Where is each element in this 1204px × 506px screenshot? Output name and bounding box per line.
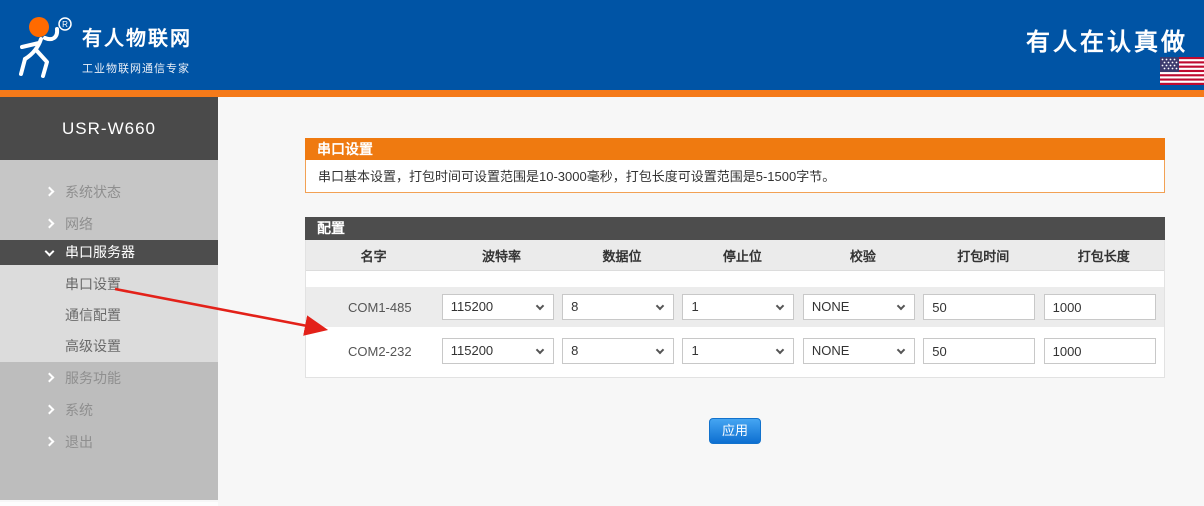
sidebar-item-label: 网络 [65,216,93,232]
header-orange-stripe [0,90,1204,97]
parity-select[interactable]: NONE [803,338,915,364]
sidebar-item-comm-config[interactable]: 通信配置 [0,300,218,331]
sidebar-item-label: 服务功能 [65,370,121,386]
table-footer-padding [306,366,1164,377]
sidebar-item-label: 高级设置 [65,338,121,354]
chevron-down-icon [535,302,543,310]
chevron-right-icon [45,187,55,197]
baud-select[interactable]: 115200 [442,294,554,320]
table-title: 配置 [305,217,1165,240]
column-header-stopbits: 停止位 [682,246,802,265]
sidebar-bottom-strip [0,502,218,506]
chevron-down-icon [45,247,55,257]
chevron-down-icon [897,346,905,354]
column-header-databits: 数据位 [562,246,682,265]
panel-title: 串口设置 [305,138,1165,160]
selected-value: 115200 [451,343,493,358]
running-person-logo-icon: R [12,14,74,78]
sidebar-item-service-functions[interactable]: 服务功能 [0,362,218,394]
selected-value: 1 [691,299,698,314]
sidebar-item-label: 系统状态 [65,184,121,200]
sidebar-item-serial-settings[interactable]: 串口设置 [0,269,218,300]
row-name: COM1-485 [306,300,442,315]
selected-value: 8 [571,299,578,314]
us-flag-icon[interactable] [1160,57,1204,85]
sidebar-item-network[interactable]: 网络 [0,208,218,240]
chevron-down-icon [776,346,784,354]
logo-title: 有人物联网 [82,22,192,51]
chevron-down-icon [897,302,905,310]
packtime-input[interactable] [923,294,1035,320]
row-name: COM2-232 [306,344,442,359]
table-header-row: 名字 波特率 数据位 停止位 校验 打包时间 打包长度 [306,240,1164,271]
table-row-com1: COM1-485 115200 8 1 NONE [306,287,1164,327]
sidebar: USR-W660 系统状态 网络 串口服务器 串口设置 通信配置 高级设置 服务… [0,97,218,502]
selected-value: 115200 [451,299,493,314]
column-header-packtime: 打包时间 [923,246,1043,265]
table-spacer [306,327,1164,336]
parity-select[interactable]: NONE [803,294,915,320]
selected-value: 8 [571,343,578,358]
table-spacer [306,271,1164,287]
selected-value: 1 [691,343,698,358]
sidebar-item-serial-server[interactable]: 串口服务器 [0,240,218,265]
device-name: USR-W660 [0,97,218,160]
column-header-packlength: 打包长度 [1044,246,1164,265]
logo-link[interactable]: R 有人物联网 工业物联网通信专家 [12,14,192,78]
chevron-down-icon [535,346,543,354]
chevron-right-icon [45,405,55,415]
stopbits-select[interactable]: 1 [682,294,794,320]
databits-select[interactable]: 8 [562,294,674,320]
chevron-right-icon [45,373,55,383]
chevron-down-icon [656,346,664,354]
header-slogan: 有人在认真做 [1026,22,1188,57]
registered-mark: R [62,20,68,29]
packtime-input[interactable] [923,338,1035,364]
sidebar-item-label: 通信配置 [65,307,121,323]
stopbits-select[interactable]: 1 [682,338,794,364]
databits-select[interactable]: 8 [562,338,674,364]
chevron-right-icon [45,219,55,229]
sidebar-item-label: 退出 [65,434,93,450]
header-bar: R 有人物联网 工业物联网通信专家 有人在认真做 [0,0,1204,90]
sidebar-item-label: 串口设置 [65,276,121,292]
sidebar-item-system-status[interactable]: 系统状态 [0,176,218,208]
packlength-input[interactable] [1044,338,1156,364]
sidebar-item-label: 串口服务器 [65,244,135,260]
apply-button[interactable]: 应用 [709,418,761,444]
serial-settings-panel: 串口设置 串口基本设置，打包时间可设置范围是10-3000毫秒，打包长度可设置范… [305,138,1165,193]
column-header-name: 名字 [306,246,441,265]
logo-subtitle: 工业物联网通信专家 [82,60,192,76]
panel-description: 串口基本设置，打包时间可设置范围是10-3000毫秒，打包长度可设置范围是5-1… [305,160,1165,193]
selected-value: NONE [812,299,850,314]
packlength-input[interactable] [1044,294,1156,320]
selected-value: NONE [812,343,850,358]
sidebar-item-label: 系统 [65,402,93,418]
chevron-right-icon [45,437,55,447]
config-table: 配置 名字 波特率 数据位 停止位 校验 打包时间 打包长度 COM1-485 … [305,217,1165,378]
sidebar-item-logout[interactable]: 退出 [0,426,218,458]
column-header-parity: 校验 [803,246,923,265]
sidebar-item-advanced-settings[interactable]: 高级设置 [0,331,218,362]
chevron-down-icon [656,302,664,310]
chevron-down-icon [776,302,784,310]
sidebar-item-system[interactable]: 系统 [0,394,218,426]
column-header-baud: 波特率 [441,246,561,265]
baud-select[interactable]: 115200 [442,338,554,364]
table-row-com2: COM2-232 115200 8 1 NONE [306,336,1164,366]
